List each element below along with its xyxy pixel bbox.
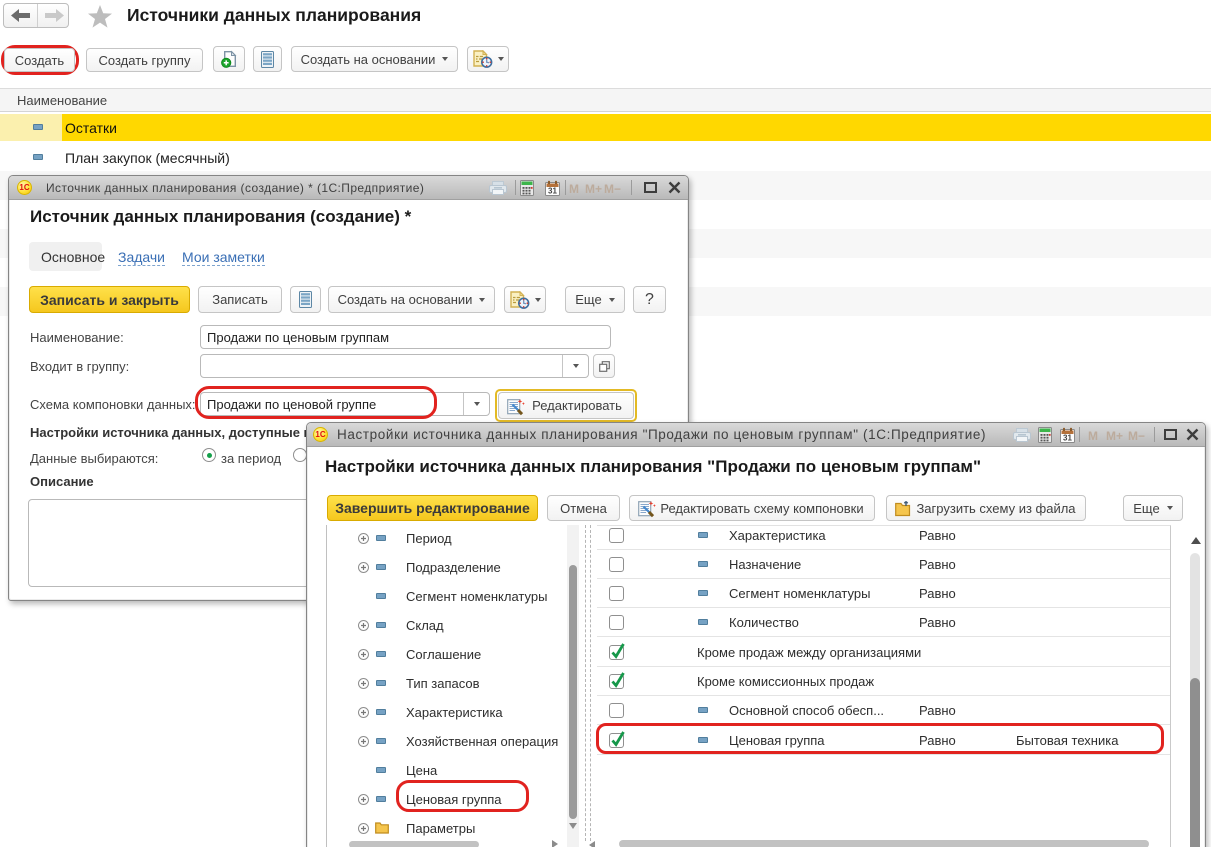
svg-text:31: 31 bbox=[1063, 434, 1072, 443]
svg-text:31: 31 bbox=[548, 187, 557, 196]
